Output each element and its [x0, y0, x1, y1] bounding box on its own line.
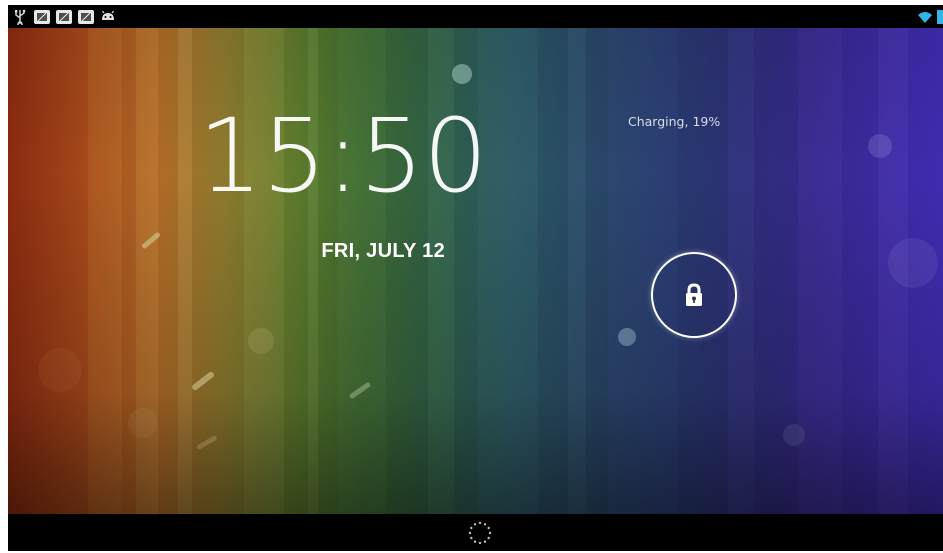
battery-charging-icon — [937, 9, 943, 24]
navigation-bar — [8, 514, 943, 551]
notification-icon — [78, 9, 94, 24]
loading-spinner-icon — [467, 520, 493, 546]
status-bar-notifications — [8, 9, 116, 27]
lock-screen-date: FRI, JULY 12 — [321, 240, 445, 262]
status-bar-system-icons — [917, 5, 943, 28]
lock-screen-wallpaper: 15:50 FRI, JULY 12 Charging, 19% — [8, 28, 943, 514]
wifi-icon — [917, 9, 933, 25]
notification-icon — [56, 9, 72, 24]
usb-icon — [12, 9, 28, 27]
notification-icon — [34, 9, 50, 24]
charging-status: Charging, 19% — [628, 114, 721, 129]
lock-screen-clock: 15:50 — [198, 97, 488, 216]
unlock-handle[interactable] — [651, 252, 737, 338]
status-bar — [8, 5, 943, 28]
device-screen: 15:50 FRI, JULY 12 Charging, 19% — [8, 5, 943, 551]
lock-icon — [683, 283, 705, 307]
android-debug-icon — [100, 9, 116, 25]
